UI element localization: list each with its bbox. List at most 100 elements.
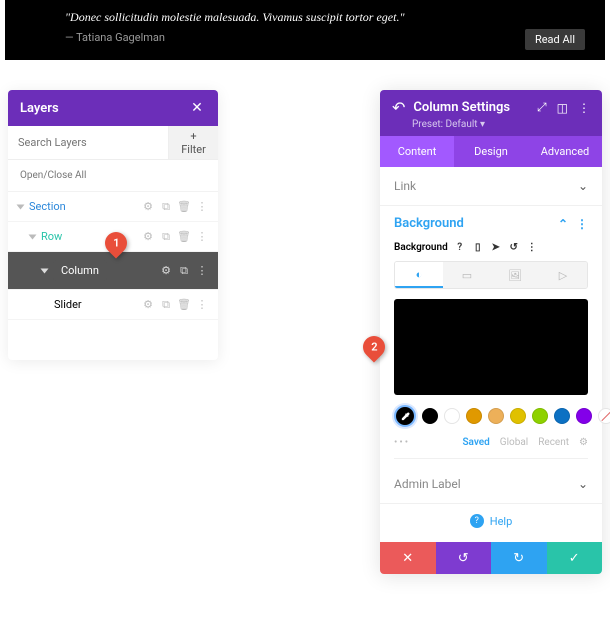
open-close-all[interactable]: Open/Close All [8, 160, 218, 192]
swatch[interactable] [510, 408, 526, 424]
section-link[interactable]: Link ⌄ [380, 167, 602, 206]
gear-icon[interactable]: ⚙ [579, 437, 588, 448]
layer-label: Section [29, 200, 66, 213]
eyedropper-icon[interactable] [394, 405, 416, 427]
redo-button[interactable]: ↻ [491, 542, 547, 574]
duplicate-icon[interactable]: ⧉ [160, 231, 172, 243]
chevron-down-icon: ⌄ [578, 179, 588, 193]
swatch[interactable] [422, 408, 438, 424]
section-label: Admin Label [394, 477, 461, 491]
reset-icon[interactable]: ↺ [508, 241, 520, 253]
more-icon[interactable]: ⋮ [526, 241, 538, 253]
bg-tab-gradient[interactable]: ▭ [443, 262, 491, 288]
gear-icon[interactable]: ⚙ [142, 299, 154, 311]
swatch[interactable] [444, 408, 460, 424]
settings-title: Column Settings [413, 100, 529, 115]
section-label: Link [394, 179, 416, 193]
trash-icon[interactable]: 🗑 [178, 231, 190, 243]
chevron-down-icon: ⌄ [578, 477, 588, 491]
tab-advanced[interactable]: Advanced [528, 136, 602, 167]
background-preview [394, 299, 588, 395]
more-icon[interactable]: ⋮ [576, 217, 588, 231]
discard-button[interactable]: ✕ [380, 542, 436, 574]
back-icon[interactable]: ↶ [392, 98, 405, 117]
swatch-row [394, 405, 588, 427]
palette-recent[interactable]: Recent [538, 437, 569, 448]
background-label: Background [394, 242, 448, 253]
expand-icon[interactable]: ⤢ [537, 100, 547, 115]
trash-icon[interactable]: 🗑 [178, 299, 190, 311]
trash-icon[interactable]: 🗑 [178, 201, 190, 213]
layer-label: Slider [54, 298, 82, 311]
testimonial-banner: "Donec sollicitudin molestie malesuada. … [5, 0, 605, 60]
filter-button[interactable]: + Filter [168, 126, 218, 159]
more-icon[interactable]: ⋮ [196, 201, 208, 213]
duplicate-icon[interactable]: ⧉ [160, 299, 172, 311]
layers-title: Layers [20, 101, 59, 116]
bg-tab-video[interactable]: ▷ [539, 262, 587, 288]
gear-icon[interactable]: ⚙ [160, 265, 172, 277]
testimonial-quote: "Donec sollicitudin molestie malesuada. … [65, 10, 545, 25]
swatch[interactable] [554, 408, 570, 424]
palette-saved[interactable]: Saved [462, 437, 489, 448]
read-all-button[interactable]: Read All [525, 29, 585, 50]
layer-actions: ⚙ ⧉ 🗑 ⋮ [142, 299, 208, 311]
layer-row-section[interactable]: Section ⚙ ⧉ 🗑 ⋮ [8, 192, 218, 222]
swatch[interactable] [466, 408, 482, 424]
layer-actions: ⚙ ⧉ 🗑 ⋮ [142, 201, 208, 213]
gear-icon[interactable]: ⚙ [142, 231, 154, 243]
more-icon[interactable]: ⋮ [196, 231, 208, 243]
swatch[interactable] [576, 408, 592, 424]
undo-button[interactable]: ↺ [436, 542, 492, 574]
save-button[interactable]: ✓ [547, 542, 603, 574]
caret-icon [41, 268, 49, 273]
gear-icon[interactable]: ⚙ [142, 201, 154, 213]
caret-icon [29, 234, 37, 239]
layer-actions: ⚙ ⧉ ⋮ [160, 265, 208, 277]
more-icon[interactable]: ⋮ [578, 101, 590, 115]
layer-label: Column [53, 260, 107, 281]
bg-tab-color[interactable]: ◐ [395, 262, 443, 288]
layer-actions: ⚙ ⧉ 🗑 ⋮ [142, 231, 208, 243]
testimonial-author: — Tatiana Gagelman [65, 31, 545, 44]
tab-design[interactable]: Design [454, 136, 528, 167]
tablet-icon[interactable]: ▯ [472, 241, 484, 253]
more-icon[interactable]: ⋮ [196, 299, 208, 311]
footer-actions: ✕ ↺ ↻ ✓ [380, 542, 602, 574]
chevron-up-icon[interactable]: ⌃ [558, 217, 568, 231]
layers-header: Layers ✕ [8, 90, 218, 126]
background-title: Background [394, 216, 464, 231]
bg-tab-image[interactable]: 🖼 [491, 262, 539, 288]
search-input[interactable] [8, 126, 168, 159]
settings-header: ↶ Column Settings ⤢ ◫ ⋮ Preset: Default … [380, 90, 602, 136]
section-background: Background ⌃ ⋮ Background ? ▯ ➤ ↺ ⋮ ◐ ▭ … [380, 206, 602, 465]
help-icon[interactable]: ? [454, 241, 466, 253]
hover-icon[interactable]: ➤ [490, 241, 502, 253]
duplicate-icon[interactable]: ⧉ [160, 201, 172, 213]
preset-label[interactable]: Preset: Default ▾ [392, 119, 590, 130]
snap-icon[interactable]: ◫ [557, 101, 568, 115]
palette-global[interactable]: Global [500, 437, 528, 448]
swatch[interactable] [488, 408, 504, 424]
more-icon[interactable]: ⋮ [196, 265, 208, 277]
layer-label: Row [41, 230, 62, 243]
help-label: Help [490, 515, 513, 528]
layers-panel: Layers ✕ + Filter Open/Close All Section… [8, 90, 218, 360]
layer-row-column[interactable]: Column ⚙ ⧉ ⋮ [8, 252, 218, 290]
close-icon[interactable]: ✕ [188, 100, 206, 116]
column-settings-panel: ↶ Column Settings ⤢ ◫ ⋮ Preset: Default … [380, 90, 602, 574]
more-icon[interactable]: ••• [394, 437, 410, 448]
background-label-row: Background ? ▯ ➤ ↺ ⋮ [394, 241, 588, 253]
caret-icon [17, 204, 25, 209]
settings-tabs: Content Design Advanced [380, 136, 602, 167]
tab-content[interactable]: Content [380, 136, 454, 167]
layer-row-slider[interactable]: Slider ⚙ ⧉ 🗑 ⋮ [8, 290, 218, 320]
swatch-none[interactable] [598, 408, 610, 424]
palette-source-row: ••• Saved Global Recent ⚙ [394, 433, 588, 459]
duplicate-icon[interactable]: ⧉ [178, 265, 190, 277]
swatch[interactable] [532, 408, 548, 424]
help-icon: ? [470, 514, 484, 528]
section-admin-label[interactable]: Admin Label ⌄ [380, 465, 602, 504]
background-type-tabs: ◐ ▭ 🖼 ▷ [394, 261, 588, 289]
help-row[interactable]: ? Help [380, 504, 602, 542]
